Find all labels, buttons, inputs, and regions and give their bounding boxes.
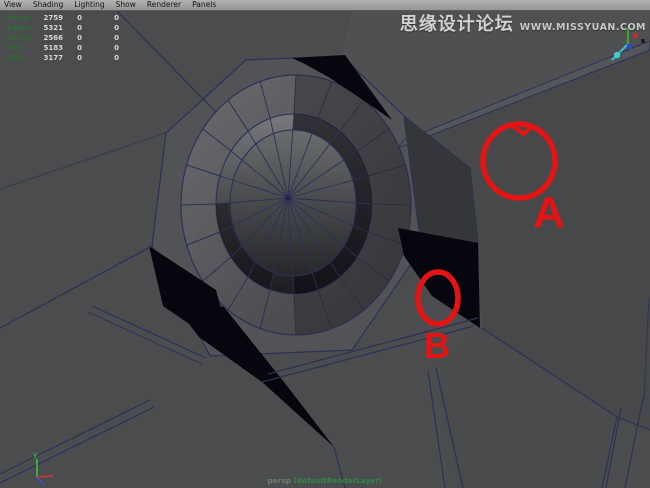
watermark-site-url: WWW.MISSYUAN.COM: [520, 22, 646, 33]
hud-value: 0: [82, 54, 119, 62]
annotation-label-b: B: [424, 325, 450, 366]
hud-value: 5183: [37, 44, 63, 52]
hud-value: 0: [82, 14, 119, 22]
hud-label: Verts:: [7, 14, 37, 22]
hud-row-uvs: UVs: 3177 0 0: [7, 53, 119, 63]
menu-renderer[interactable]: Renderer: [147, 0, 181, 10]
hud-row-tris: Tris: 5183 0 0: [7, 43, 119, 53]
hud-value: 0: [63, 24, 82, 32]
watermark: 思缘设计论坛 WWW.MISSYUAN.COM: [400, 10, 646, 36]
hud-value: 3177: [37, 54, 63, 62]
scene-canvas: y A B: [0, 11, 650, 488]
hud-value: 0: [82, 44, 119, 52]
menu-shading[interactable]: Shading: [33, 0, 63, 10]
menu-lighting[interactable]: Lighting: [74, 0, 104, 10]
hud-value: 0: [63, 34, 82, 42]
menu-panels[interactable]: Panels: [192, 0, 216, 10]
menu-view[interactable]: View: [4, 0, 22, 10]
maya-viewport-window: View Shading Lighting Show Renderer Pane…: [0, 0, 650, 488]
hud-label: Tris:: [7, 44, 37, 52]
hud-row-faces: Faces: 2566 0 0: [7, 33, 119, 43]
hud-label: Edges:: [7, 24, 37, 32]
hud-value: 0: [63, 54, 82, 62]
hud-value: 5321: [37, 24, 63, 32]
hud-value: 2566: [37, 34, 63, 42]
hud-label: Faces:: [7, 34, 37, 42]
hud-value: 0: [63, 44, 82, 52]
axis-y-label: y: [33, 450, 38, 459]
camera-name: persp: [268, 477, 291, 485]
hud-value: 0: [63, 14, 82, 22]
hud-poly-count: Verts: 2759 0 0 Edges: 5321 0 0 Faces: 2…: [7, 13, 119, 63]
render-layer: (defaultRenderLayer): [294, 477, 383, 485]
watermark-site-name: 思缘设计论坛: [400, 10, 514, 36]
camera-label: persp (defaultRenderLayer): [0, 477, 650, 485]
viewport-3d[interactable]: y A B: [0, 11, 650, 488]
hud-row-verts: Verts: 2759 0 0: [7, 13, 119, 23]
hud-value: 2759: [37, 14, 63, 22]
hud-value: 0: [82, 24, 119, 32]
hud-label: UVs:: [7, 54, 37, 62]
menu-show[interactable]: Show: [116, 0, 136, 10]
hud-row-edges: Edges: 5321 0 0: [7, 23, 119, 33]
hud-value: 0: [82, 34, 119, 42]
annotation-label-a: A: [533, 188, 565, 237]
